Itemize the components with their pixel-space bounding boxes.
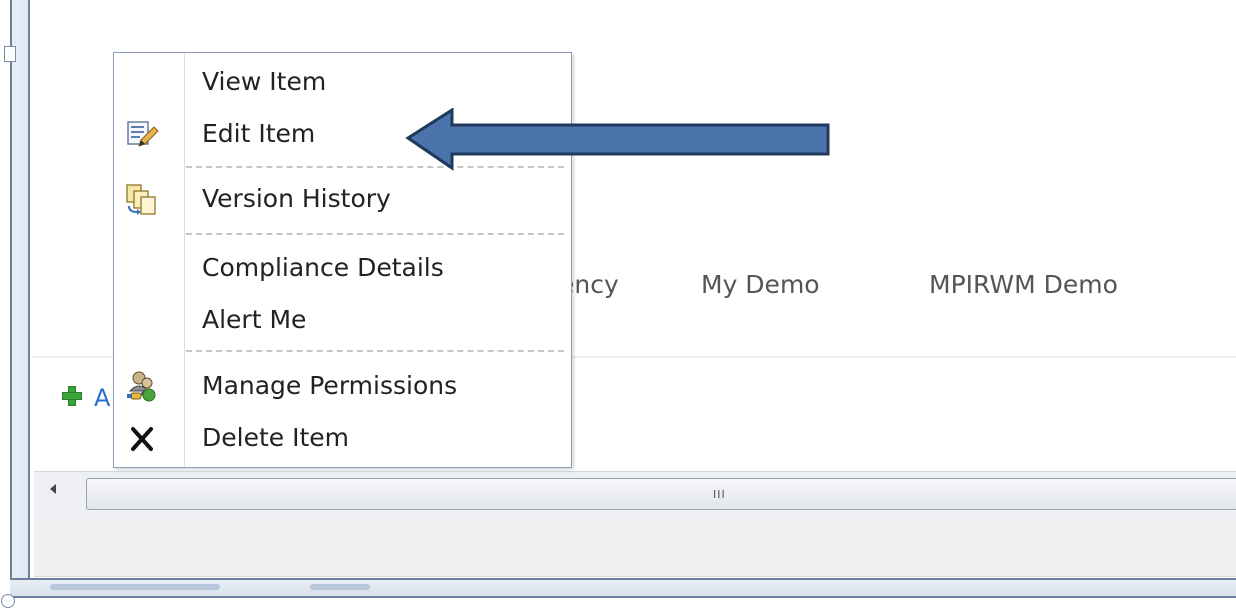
frame-highlight (310, 584, 370, 590)
menu-item-version-history[interactable]: Version History (114, 176, 571, 222)
horizontal-scrollbar[interactable]: III (34, 471, 1236, 519)
menu-item-label: Alert Me (202, 305, 307, 334)
menu-item-label: View Item (202, 67, 327, 96)
menu-item-view-item[interactable]: View Item (114, 59, 571, 105)
window-frame-bottom (10, 578, 1236, 600)
menu-item-delete-item[interactable]: Delete Item (114, 415, 571, 461)
scrollbar-thumb[interactable]: III (86, 478, 1236, 510)
scroll-left-arrow-icon[interactable] (50, 484, 56, 494)
menu-item-label: Version History (202, 184, 391, 213)
annotation-arrow-icon (405, 108, 830, 171)
menu-item-label: Manage Permissions (202, 371, 458, 400)
add-plus-icon[interactable] (62, 386, 82, 406)
menu-item-label: Edit Item (202, 119, 316, 148)
version-history-icon (125, 182, 159, 216)
window-frame-left (10, 0, 32, 600)
scrollbar-grip: III (713, 488, 726, 501)
menu-item-alert-me[interactable]: Alert Me (114, 297, 571, 343)
menu-item-compliance-details[interactable]: Compliance Details (114, 245, 571, 291)
frame-highlight (50, 584, 220, 590)
menu-item-label: Delete Item (202, 423, 349, 452)
menu-separator (186, 350, 564, 352)
resize-handle-left[interactable] (4, 46, 16, 62)
status-bar (34, 518, 1236, 577)
edit-item-icon (125, 117, 159, 151)
nav-tab-mpirwm-demo[interactable]: MPIRWM Demo (929, 270, 1118, 299)
nav-tab-my-demo[interactable]: My Demo (701, 270, 820, 299)
menu-separator (186, 233, 564, 235)
menu-item-label: Compliance Details (202, 253, 444, 282)
manage-permissions-icon (125, 369, 159, 403)
add-new-item-link[interactable]: A (94, 384, 110, 412)
delete-x-icon (125, 421, 159, 455)
menu-item-manage-permissions[interactable]: Manage Permissions (114, 363, 571, 409)
resize-handle-corner[interactable] (1, 594, 15, 608)
